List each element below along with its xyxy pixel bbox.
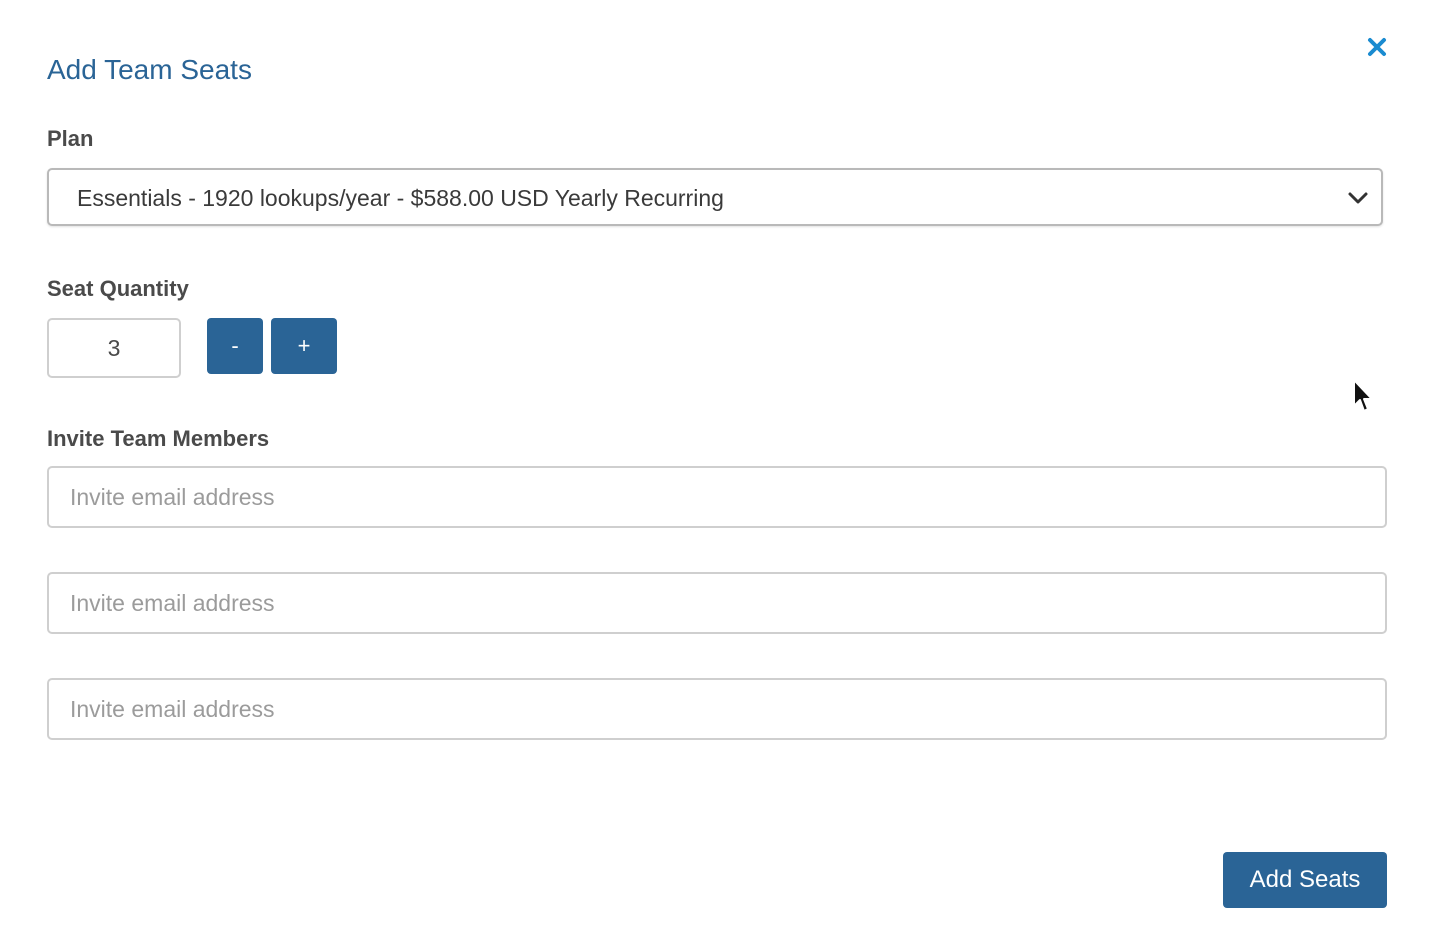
plan-select[interactable]: Essentials - 1920 lookups/year - $588.00…: [47, 168, 1383, 226]
decrement-seats-button[interactable]: -: [207, 318, 263, 374]
invite-team-members-label: Invite Team Members: [47, 426, 270, 451]
mouse-cursor-icon: [1353, 379, 1373, 412]
modal-title: Add Team Seats: [47, 54, 252, 85]
close-button[interactable]: [1366, 36, 1388, 58]
plan-select-value: Essentials - 1920 lookups/year - $588.00…: [77, 185, 724, 211]
close-icon: [1368, 38, 1386, 56]
invite-email-field-1[interactable]: [47, 466, 1387, 528]
add-team-seats-modal: Add Team Seats Plan Essentials - 1920 lo…: [0, 0, 1433, 950]
invite-email-field-3[interactable]: [47, 678, 1387, 740]
invite-email-field-2[interactable]: [47, 572, 1387, 634]
add-seats-button[interactable]: Add Seats: [1223, 852, 1387, 908]
seat-quantity-label: Seat Quantity: [47, 276, 189, 301]
chevron-down-icon: [1348, 192, 1368, 204]
increment-seats-button[interactable]: +: [271, 318, 337, 374]
plan-label: Plan: [47, 126, 94, 151]
seat-quantity-input[interactable]: [47, 318, 181, 378]
